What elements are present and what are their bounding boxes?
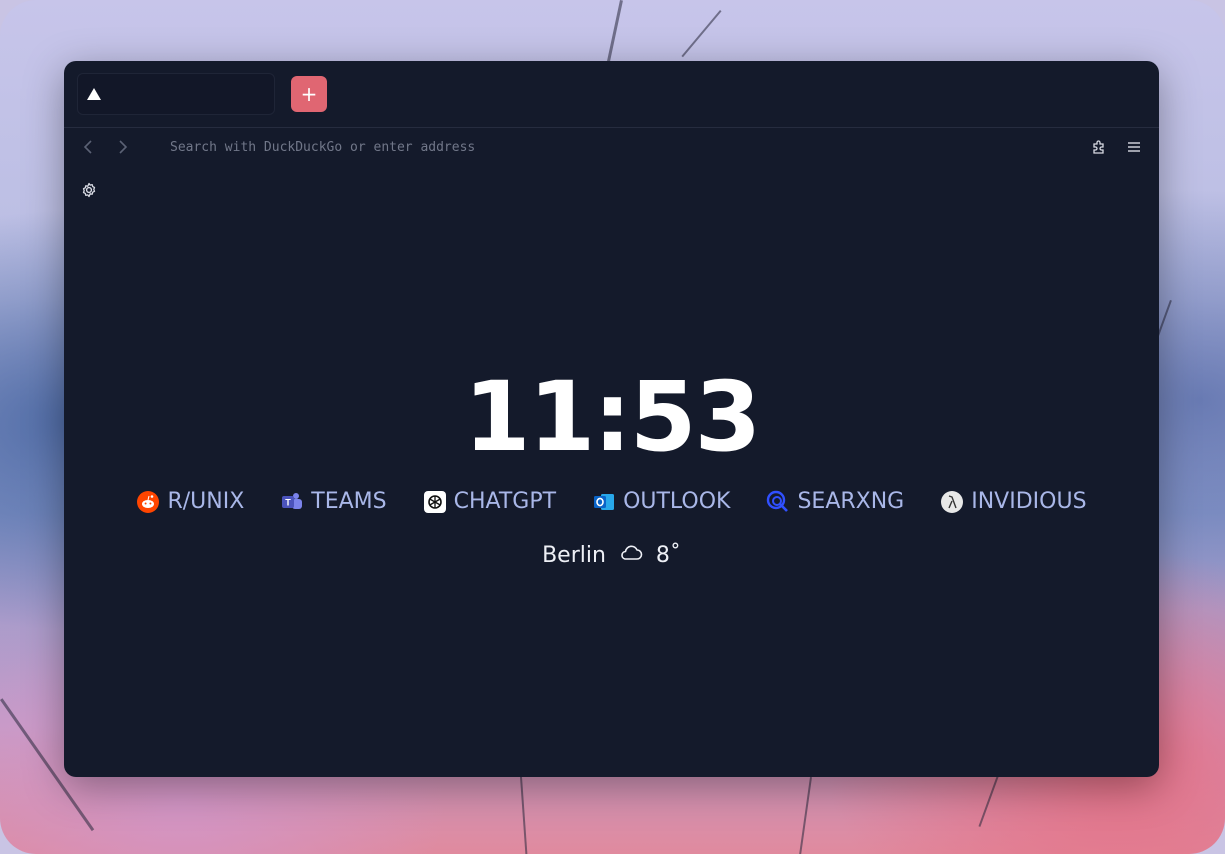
back-button[interactable] bbox=[77, 136, 99, 158]
chevron-right-icon bbox=[119, 140, 128, 154]
quick-link-label: TEAMS bbox=[311, 489, 387, 514]
weather-widget: Berlin 8˚ bbox=[64, 542, 1159, 568]
settings-button[interactable] bbox=[80, 181, 98, 199]
wallpaper-stem bbox=[798, 777, 812, 854]
outlook-icon bbox=[592, 490, 616, 514]
quick-link-reddit[interactable]: R/UNIX bbox=[136, 489, 244, 514]
wallpaper-stem bbox=[605, 0, 623, 70]
cloud-icon bbox=[618, 542, 644, 568]
invidious-icon bbox=[940, 490, 964, 514]
navigation-bar bbox=[64, 128, 1159, 168]
gear-icon bbox=[82, 182, 96, 198]
wallpaper-stem bbox=[681, 10, 722, 58]
teams-icon: T bbox=[280, 490, 304, 514]
quick-link-label: R/UNIX bbox=[167, 489, 245, 514]
chatgpt-icon bbox=[423, 490, 447, 514]
new-tab-button[interactable]: + bbox=[291, 76, 327, 112]
quick-link-chatgpt[interactable]: CHATGPT bbox=[423, 489, 556, 514]
quick-links: R/UNIX T TEAMS CHATGPT OUTLOOK SEARXNG I… bbox=[64, 489, 1159, 514]
searxng-icon bbox=[766, 490, 790, 514]
browser-window: + 11:53 R/UNIX T bbox=[64, 61, 1159, 777]
quick-link-teams[interactable]: T TEAMS bbox=[280, 489, 387, 514]
quick-link-invidious[interactable]: INVIDIOUS bbox=[940, 489, 1087, 514]
quick-link-label: INVIDIOUS bbox=[971, 489, 1087, 514]
clock-display: 11:53 bbox=[463, 361, 762, 473]
quick-link-label: CHATGPT bbox=[453, 489, 557, 514]
tab-bar: + bbox=[64, 61, 1159, 128]
quick-link-label: OUTLOOK bbox=[623, 489, 731, 514]
puzzle-icon bbox=[1093, 140, 1104, 154]
weather-temperature: 8˚ bbox=[655, 542, 681, 568]
quick-link-label: SEARXNG bbox=[797, 489, 905, 514]
weather-city: Berlin bbox=[542, 542, 606, 568]
chevron-left-icon bbox=[83, 140, 92, 154]
hamburger-menu-icon bbox=[1128, 142, 1140, 152]
tab-active[interactable] bbox=[77, 73, 275, 115]
reddit-icon bbox=[136, 490, 160, 514]
wallpaper-stem bbox=[520, 776, 528, 854]
extensions-button[interactable] bbox=[1089, 137, 1109, 157]
menu-button[interactable] bbox=[1124, 137, 1144, 157]
address-bar-input[interactable] bbox=[168, 139, 872, 156]
quick-link-outlook[interactable]: OUTLOOK bbox=[592, 489, 730, 514]
quick-link-searxng[interactable]: SEARXNG bbox=[766, 489, 904, 514]
forward-button[interactable] bbox=[112, 136, 134, 158]
tab-favicon-icon bbox=[87, 88, 101, 100]
svg-text:T: T bbox=[286, 497, 292, 507]
